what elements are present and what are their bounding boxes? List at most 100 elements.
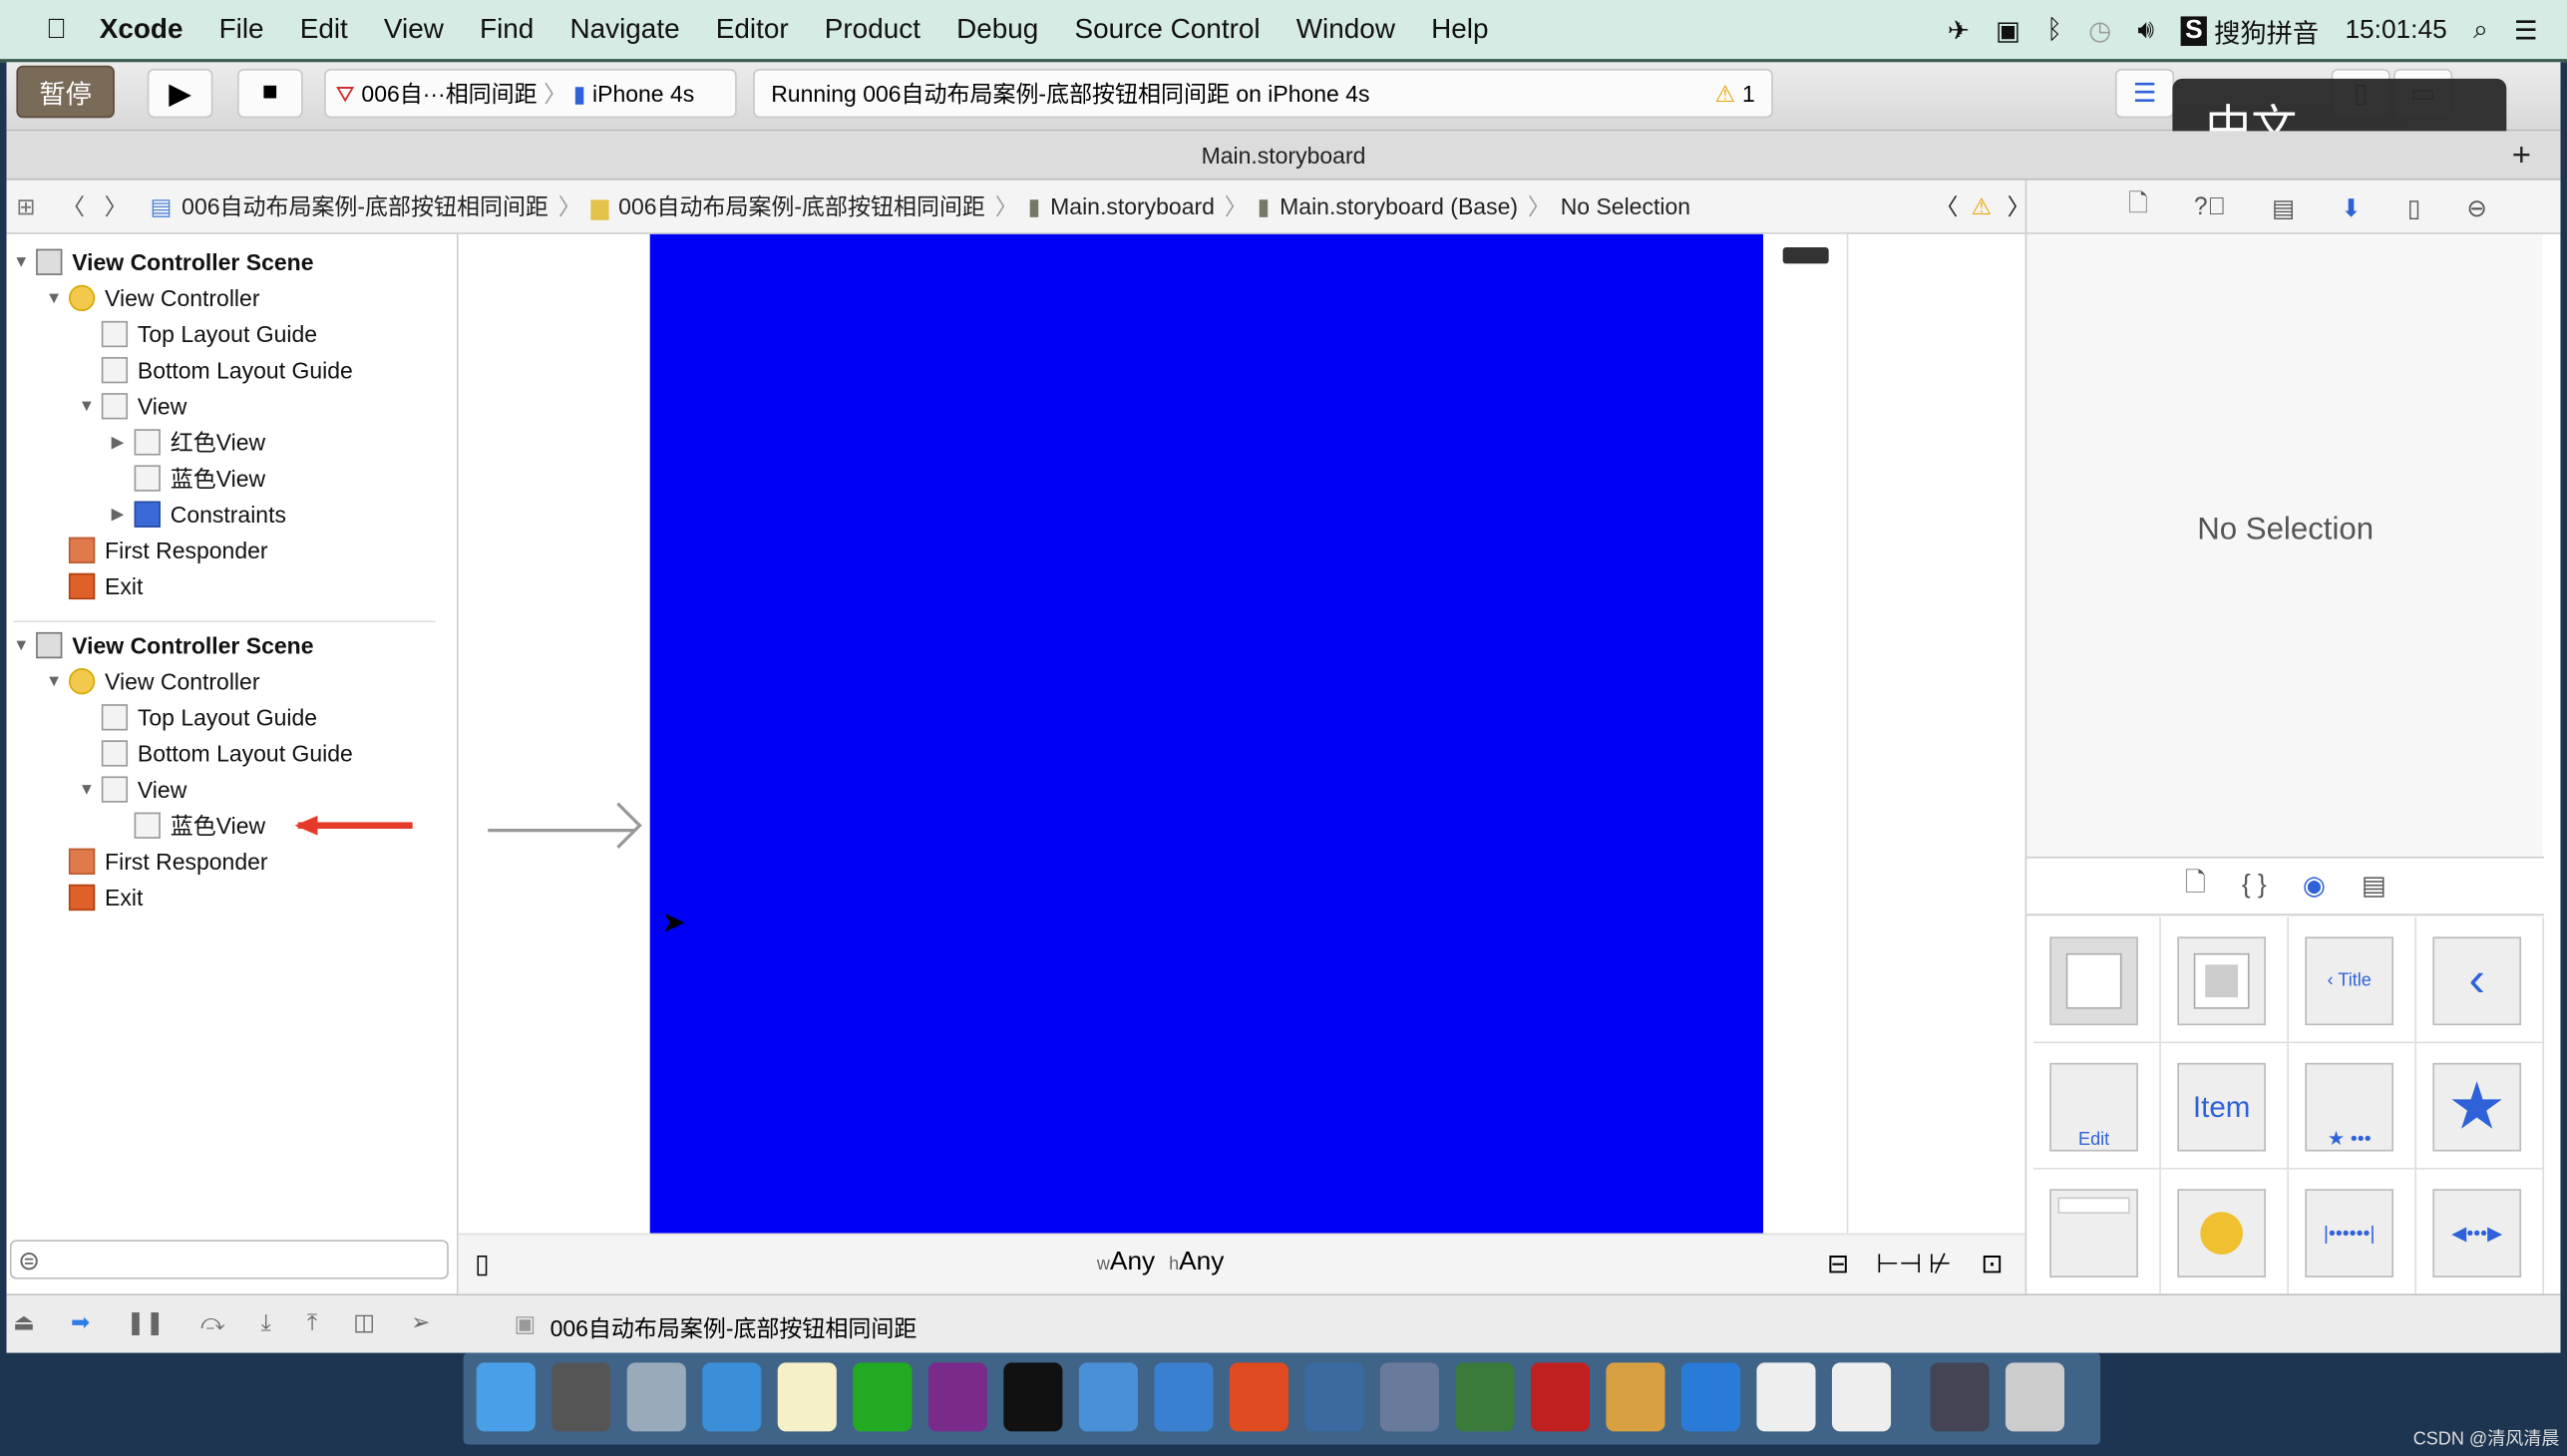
library-item-search-display[interactable] [2160,1169,2289,1296]
jump-project[interactable]: 006自动布局案例-底部按钮相同间距 [182,190,549,223]
menu-navigate[interactable]: Navigate [569,13,679,46]
dock-excel-icon[interactable] [853,1362,913,1432]
outline-item[interactable]: Exit [46,880,143,915]
dock-word-icon[interactable] [1680,1362,1741,1432]
dock-terminal-icon[interactable] [1003,1362,1063,1432]
menu-product[interactable]: Product [825,13,920,46]
outline-item[interactable]: ▼ View [79,388,186,424]
file-template-icon[interactable]: 🗋︎ [2185,864,2206,908]
outline-item[interactable]: Exit [46,568,143,604]
library-item-toolbar[interactable]: ★ ••• [2288,1043,2417,1170]
resolve-issues-icon[interactable]: ⊬ [1929,1248,1952,1280]
menu-edit[interactable]: Edit [300,13,348,46]
warning-count[interactable]: 1 [1742,80,1755,106]
back-icon[interactable]: 〈 [62,190,85,223]
identity-inspector-icon[interactable]: ▤ [2272,192,2295,222]
menu-debug[interactable]: Debug [956,13,1038,46]
menu-help[interactable]: Help [1431,13,1488,46]
outline-toggle-icon[interactable]: ▯ [475,1248,489,1280]
outline-item[interactable]: Top Layout Guide [79,316,317,352]
size-inspector-icon[interactable]: ▯ [2407,192,2421,222]
menu-file[interactable]: File [219,13,264,46]
view-debug-icon[interactable]: ◫ [353,1308,375,1336]
dock-filezilla-alt-icon[interactable] [1455,1362,1515,1432]
library-item-search-bar[interactable] [2032,1169,2161,1296]
disclosure-triangle-icon[interactable]: ▶ [112,506,135,524]
issue-warning-icon[interactable]: ⚠ [1971,192,1992,220]
editor-tab[interactable]: Main.storyboard + [6,131,2561,181]
step-out-icon[interactable]: ⤒ [307,1308,317,1336]
outline-item[interactable]: First Responder [46,533,268,568]
library-item-edit[interactable]: Edit [2032,1043,2161,1170]
resizing-icon[interactable]: ⊡ [1981,1248,2003,1280]
time-machine-icon[interactable]: ◷ [2088,15,2111,48]
forward-icon[interactable]: 〉 [105,190,128,223]
disclosure-triangle-icon[interactable]: ▼ [13,636,36,654]
media-library-icon[interactable]: ▤ [2362,870,2386,903]
library-item-star[interactable]: ★ [2416,1043,2545,1170]
outline-item[interactable]: ▶ 红色View [112,424,265,460]
spotlight-icon[interactable]: ⌕ [2473,16,2488,46]
pin-icon[interactable]: ⊢⊣ [1876,1248,1922,1280]
scheme-selector[interactable]: ⛛ 006自···相同间距 〉 ▮ iPhone 4s [324,68,737,119]
library-item-back[interactable]: ‹ [2416,916,2545,1044]
add-tab-icon[interactable]: + [2512,131,2531,180]
dock-finder-icon[interactable] [476,1362,536,1432]
outline-item[interactable]: Top Layout Guide [79,699,317,735]
blue-view[interactable] [649,233,1764,1234]
pause-button[interactable]: 暂停 [16,65,115,119]
related-items-icon[interactable]: ⊞ [16,192,35,220]
outline-item[interactable]: 蓝色View [112,460,265,496]
dock-onenote-icon[interactable] [927,1362,987,1432]
library-item-fixed-space[interactable]: |••••••| [2288,1169,2417,1296]
standard-editor-button[interactable]: ☰ [2114,68,2175,119]
bluetooth-icon[interactable]: ᛒ [2046,16,2062,46]
disclosure-triangle-icon[interactable]: ▼ [13,253,36,271]
outline-item[interactable]: ▼ View Controller Scene [13,244,313,280]
outline-item[interactable]: ▼ View [79,772,186,808]
hide-debug-icon[interactable]: ⏏ [13,1308,35,1336]
warning-icon[interactable]: ⚠ [1714,80,1735,108]
menu-find[interactable]: Find [480,13,534,46]
screen-record-icon[interactable]: ▣ [1996,15,2020,48]
notification-center-icon[interactable]: ☰ [2514,15,2538,48]
outline-filter[interactable]: ⊜ [9,1240,449,1279]
dock-powerpoint-icon[interactable] [1229,1362,1288,1432]
attributes-inspector-icon[interactable]: ⬇ [2341,192,2362,222]
disclosure-triangle-icon[interactable]: ▼ [46,289,69,307]
disclosure-triangle-icon[interactable]: ▼ [79,781,102,799]
airplane-icon[interactable]: ✈ [1948,15,1970,48]
disclosure-triangle-icon[interactable]: ▼ [46,672,69,690]
dock-launchpad-icon[interactable] [626,1362,686,1432]
volume-icon[interactable]: 🔊︎ [2137,16,2154,46]
library-item-view[interactable] [2032,916,2161,1044]
object-library-icon[interactable]: ◉ [2303,870,2326,903]
dock-system-preferences-icon[interactable] [551,1362,611,1432]
dock-xcode-icon[interactable] [1078,1362,1138,1432]
size-class-button[interactable]: wAny hAny [1097,1248,1225,1277]
dock-textedit-2-icon[interactable] [1831,1362,1892,1432]
disclosure-triangle-icon[interactable]: ▶ [112,433,135,451]
location-icon[interactable]: ➢ [411,1308,430,1336]
apple-icon[interactable]:  [46,13,67,46]
run-button[interactable]: ▶ [147,68,213,119]
dock-transmit-icon[interactable] [1606,1362,1665,1432]
library-item-title[interactable]: ‹ Title [2288,916,2417,1044]
jump-selection[interactable]: No Selection [1561,193,1690,219]
quick-help-icon[interactable]: ?⃝ [2194,193,2226,221]
menu-editor[interactable]: Editor [716,13,789,46]
dock-filezilla-icon[interactable] [1530,1362,1590,1432]
dock-notes-icon[interactable] [777,1362,837,1432]
dock-xcode-2-icon[interactable] [1154,1362,1214,1432]
library-item-flexible-space[interactable]: ◀•••▶ [2416,1169,2545,1296]
pause-debug-icon[interactable]: ❚❚ [126,1308,165,1336]
library-item-item[interactable]: Item [2160,1043,2289,1170]
outline-item[interactable]: First Responder [46,844,268,880]
issue-prev-icon[interactable]: 〈 [1935,190,1958,223]
file-inspector-icon[interactable]: 🗋︎ [2128,186,2148,227]
outline-item[interactable]: ▼ View Controller Scene [13,627,313,663]
connections-inspector-icon[interactable]: ⊖ [2466,192,2487,222]
menu-app[interactable]: Xcode [100,13,183,46]
clock[interactable]: 15:01:45 [2345,16,2446,46]
jump-storyboard[interactable]: Main.storyboard [1050,193,1215,219]
